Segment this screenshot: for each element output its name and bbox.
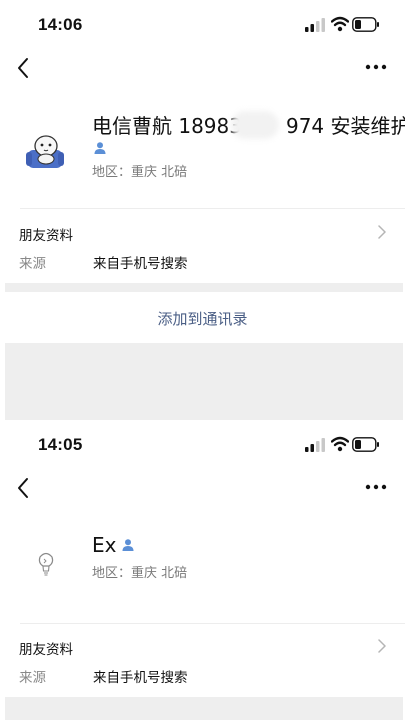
status-time: 14:05: [38, 435, 83, 454]
more-dots-icon[interactable]: [363, 62, 389, 72]
contact-name: Ex: [92, 533, 117, 557]
wifi-icon: [331, 16, 349, 32]
friend-info-row[interactable]: 朋友资料: [19, 224, 73, 244]
chevron-right-icon[interactable]: [377, 638, 387, 654]
chevron-right-icon[interactable]: [377, 224, 387, 240]
region-label: 地区：重庆 北碚: [92, 566, 188, 581]
source-key: 来源: [19, 670, 46, 686]
source-key: 来源: [19, 256, 46, 272]
add-to-contacts-button[interactable]: 添加到通讯录: [0, 308, 405, 329]
bottom-gray-area: [5, 343, 403, 420]
region-label: 地区：重庆 北碚: [92, 165, 188, 180]
battery-icon: [352, 17, 379, 32]
person-icon: [122, 539, 134, 551]
status-bar: 14:06: [0, 0, 405, 44]
signal-icon: [305, 438, 325, 452]
divider: [20, 208, 405, 209]
redaction-blur: [231, 111, 279, 139]
contact-name-start: 电信曹航 18983: [92, 114, 242, 138]
status-time: 14:06: [38, 15, 83, 34]
back-chevron-icon[interactable]: [14, 56, 34, 80]
status-bar: 14:05: [0, 420, 405, 464]
person-icon: [94, 142, 106, 154]
contact-avatar[interactable]: [24, 128, 70, 174]
section-gap: [5, 283, 403, 292]
contact-name-end: 974 安装维护: [285, 114, 405, 138]
source-value: 来自手机号搜索: [93, 670, 188, 686]
divider: [20, 623, 405, 624]
battery-icon: [352, 437, 379, 452]
contact-avatar[interactable]: [24, 544, 70, 590]
more-dots-icon[interactable]: [363, 482, 389, 492]
contact-panel-2: 14:05 Ex 地区：重庆 北碚 朋友资料 来源 来自手机号搜索: [0, 420, 405, 720]
section-gap: [5, 697, 403, 720]
wifi-icon: [331, 436, 349, 452]
contact-panel-1: 14:06 电信曹航 18983 974 安装维护 地区：重庆 北碚 朋友资料 …: [0, 0, 405, 420]
signal-icon: [305, 18, 325, 32]
back-chevron-icon[interactable]: [14, 476, 34, 500]
source-value: 来自手机号搜索: [93, 256, 188, 272]
friend-info-row[interactable]: 朋友资料: [19, 638, 73, 658]
